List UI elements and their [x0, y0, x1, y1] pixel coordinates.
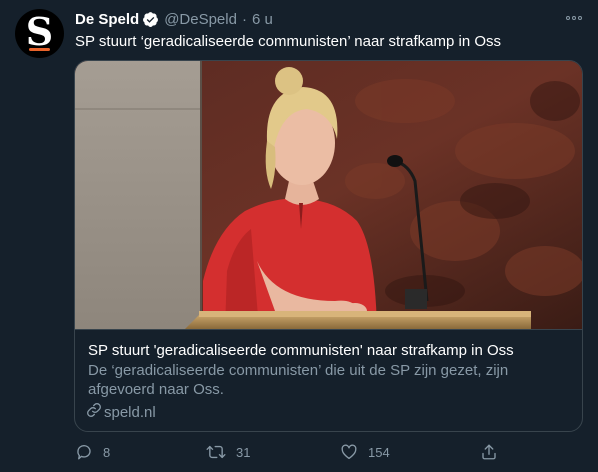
like-count: 154 — [368, 444, 390, 460]
retweet-count: 31 — [236, 444, 251, 460]
more-options-icon[interactable] — [562, 9, 586, 27]
tweet-text: SP stuurt ‘geradicaliseerde communisten’… — [75, 33, 502, 50]
link-icon — [86, 402, 104, 422]
author-handle[interactable]: @DeSpeld — [164, 11, 237, 28]
reply-icon — [75, 443, 93, 461]
tweet-timestamp[interactable]: 6 u — [252, 11, 273, 28]
author-name[interactable]: De Speld — [75, 11, 139, 28]
card-divider — [75, 329, 582, 330]
share-button[interactable] — [480, 441, 498, 463]
reply-count: 8 — [103, 444, 111, 460]
card-title[interactable]: SP stuurt 'geradicaliseerde communisten'… — [88, 342, 514, 359]
card-domain-text: speld.nl — [104, 403, 156, 421]
card-description: De ‘geradicaliseerde communisten’ die ui… — [88, 362, 509, 398]
heart-icon — [340, 443, 358, 461]
card-image[interactable] — [75, 61, 582, 329]
header-separator: · — [241, 10, 247, 28]
like-button[interactable]: 154 — [340, 441, 390, 463]
link-card[interactable]: SP stuurt 'geradicaliseerde communisten'… — [74, 60, 583, 432]
verified-badge-icon — [142, 11, 159, 28]
reply-button[interactable]: 8 — [75, 441, 110, 463]
tweet-header: De Speld @DeSpeld · 6 u — [75, 9, 273, 29]
tweet[interactable]: S De Speld @DeSpeld · 6 u SP stuurt ‘ger… — [0, 0, 598, 472]
retweet-icon — [206, 443, 226, 461]
retweet-button[interactable]: 31 — [206, 441, 250, 463]
avatar[interactable]: S — [15, 9, 64, 58]
share-icon — [480, 443, 498, 461]
card-domain[interactable]: speld.nl — [86, 402, 156, 422]
tweet-actions: 8 31 154 — [75, 441, 505, 463]
avatar-logo-accent — [29, 48, 50, 51]
avatar-logo-letter: S — [25, 9, 54, 54]
